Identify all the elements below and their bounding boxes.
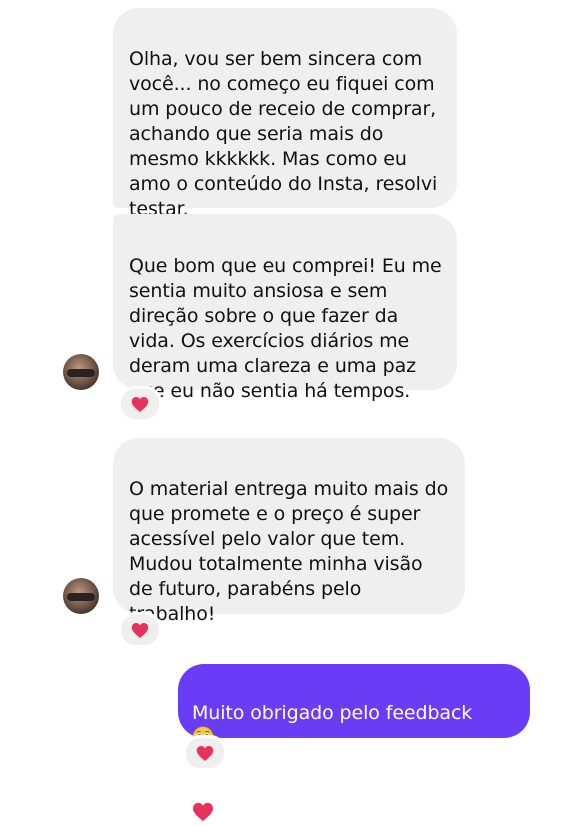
message-bubble-incoming[interactable]: Olha, vou ser bem sincera com você... no… bbox=[113, 8, 457, 220]
reaction-badge[interactable] bbox=[118, 612, 162, 648]
red-heart-icon bbox=[131, 396, 149, 412]
reaction-badge[interactable] bbox=[183, 735, 227, 771]
red-heart-icon bbox=[196, 745, 214, 761]
message-text: Que bom que eu comprei! Eu me sentia mui… bbox=[129, 255, 442, 402]
reaction-badge[interactable] bbox=[118, 386, 162, 422]
message-bubble-incoming[interactable]: Que bom que eu comprei! Eu me sentia mui… bbox=[113, 214, 457, 402]
message-text: Muito obrigado pelo feedback bbox=[192, 702, 473, 724]
message-bubble-outgoing[interactable]: Muito obrigado pelo feedback bbox=[178, 664, 530, 822]
sender-avatar[interactable] bbox=[63, 578, 99, 614]
red-heart-icon bbox=[193, 802, 213, 822]
red-heart-icon bbox=[131, 622, 149, 638]
message-text: Olha, vou ser bem sincera com você... no… bbox=[129, 48, 438, 220]
sender-avatar[interactable] bbox=[63, 354, 99, 390]
message-text: O material entrega muito mais do que pro… bbox=[129, 478, 449, 625]
message-bubble-incoming[interactable]: O material entrega muito mais do que pro… bbox=[113, 438, 465, 648]
